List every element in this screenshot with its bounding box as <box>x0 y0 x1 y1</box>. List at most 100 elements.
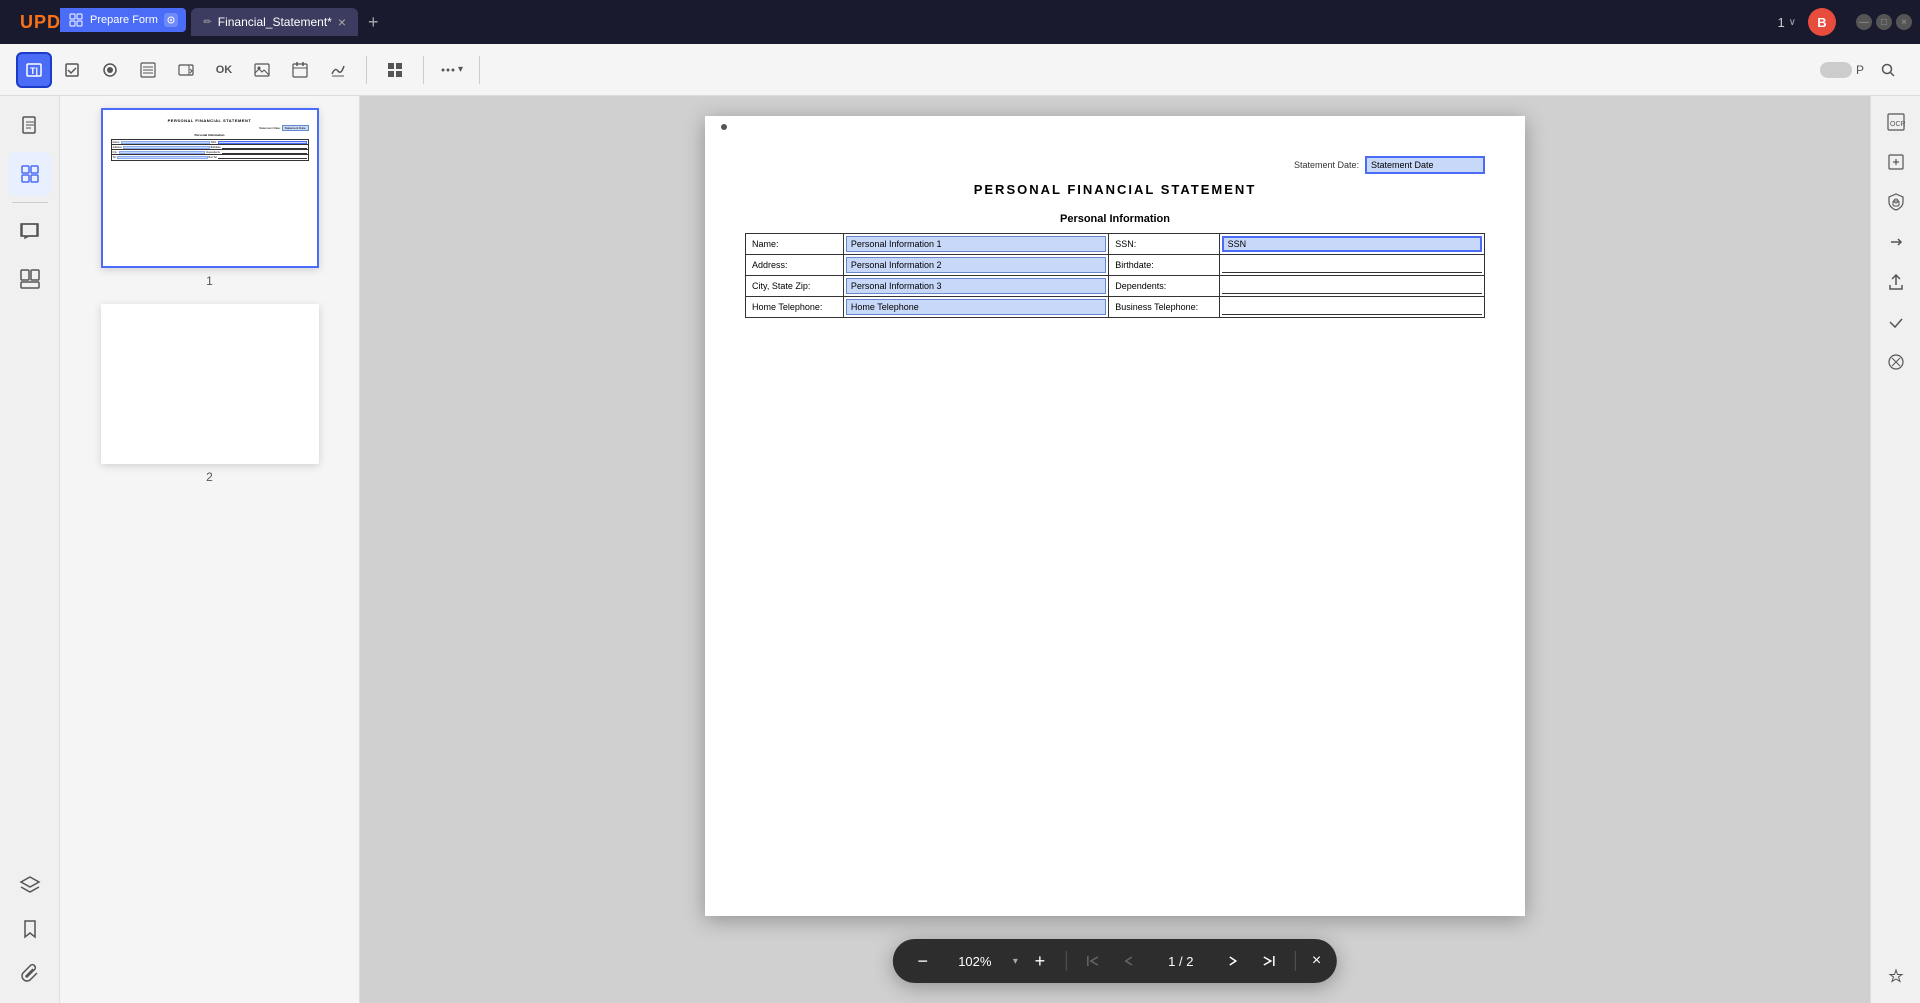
tab-area: ✏ Financial_Statement* × + <box>191 8 386 37</box>
table-row: City, State Zip: Personal Information 3 … <box>746 276 1485 297</box>
name-label: Name: <box>752 239 779 249</box>
preview-toggle: P <box>1820 62 1864 78</box>
toolbar-signature-button[interactable] <box>320 52 356 88</box>
sidebar-bottom <box>8 863 52 995</box>
svg-text:OCR: OCR <box>1890 121 1906 128</box>
city-state-zip-label: City, State Zip: <box>752 281 810 291</box>
right-sidebar-protect[interactable] <box>1878 184 1914 220</box>
toolbar-listbox-button[interactable] <box>130 52 166 88</box>
thumbnail-preview-1: PERSONAL FINANCIAL STATEMENT Statement D… <box>101 108 319 268</box>
tab-name: Financial_Statement* <box>218 15 332 29</box>
maximize-button[interactable]: □ <box>1876 14 1892 30</box>
tab-financial-statement[interactable]: ✏ Financial_Statement* × <box>191 8 358 36</box>
toolbar-tools-group: T| OK <box>16 52 356 88</box>
thumbnail-page-1[interactable]: PERSONAL FINANCIAL STATEMENT Statement D… <box>72 108 347 288</box>
toolbar-dropdown-arrow: ▾ <box>458 64 463 75</box>
sidebar-icon-prepare-form[interactable] <box>8 152 52 196</box>
right-sidebar-verify[interactable] <box>1878 304 1914 340</box>
close-window-button[interactable]: × <box>1896 14 1912 30</box>
left-sidebar: Prepare Form <box>0 96 60 1003</box>
sidebar-icon-comment[interactable] <box>8 209 52 253</box>
zoom-out-button[interactable]: − <box>909 947 937 975</box>
statement-date-field[interactable]: Statement Date <box>1365 156 1485 174</box>
dependents-field[interactable] <box>1222 278 1482 294</box>
minimize-button[interactable]: — <box>1856 14 1872 30</box>
toolbar-more-dropdown[interactable]: ▾ <box>434 58 469 82</box>
zoom-level-display: 102% <box>945 954 1005 969</box>
page-dropdown-icon[interactable]: ∨ <box>1789 17 1796 28</box>
zoom-in-button[interactable]: + <box>1026 947 1054 975</box>
sidebar-divider-1 <box>12 202 48 203</box>
right-sidebar-watermark[interactable] <box>1878 344 1914 380</box>
toolbar-checkbox-button[interactable] <box>54 52 90 88</box>
window-controls: — □ × <box>1856 14 1912 30</box>
nav-prev-button[interactable] <box>1115 947 1143 975</box>
preview-label: P <box>1856 63 1864 77</box>
right-sidebar: OCR <box>1870 96 1920 1003</box>
tab-edit-icon: ✏ <box>203 17 211 28</box>
topbar: UPDF File Help· ✏ Financial_Statement* ×… <box>0 0 1920 44</box>
right-sidebar-compress[interactable] <box>1878 144 1914 180</box>
right-sidebar-ocr[interactable]: OCR <box>1878 104 1914 140</box>
sidebar-icon-document[interactable] <box>8 104 52 148</box>
right-sidebar-share[interactable] <box>1878 264 1914 300</box>
business-telephone-field[interactable] <box>1222 299 1482 315</box>
personal-info-table: Name: Personal Information 1 SSN: <box>745 233 1485 318</box>
table-row: Home Telephone: Home Telephone Business … <box>746 297 1485 318</box>
personal-info-2-field[interactable]: Personal Information 2 <box>846 257 1106 273</box>
tab-close-button[interactable]: × <box>338 14 346 30</box>
toolbar-sep-3 <box>479 56 480 84</box>
dependents-label: Dependents: <box>1115 281 1166 291</box>
user-avatar[interactable]: B <box>1808 8 1836 36</box>
table-row: Address: Personal Information 2 Birthdat… <box>746 255 1485 276</box>
zoom-dropdown-button[interactable]: ▾ <box>1013 956 1018 967</box>
ssn-field[interactable]: SSN <box>1222 236 1482 252</box>
bottom-toolbar: − 102% ▾ + 1 / 2 × <box>893 939 1337 983</box>
toolbar-button-button[interactable]: OK <box>206 52 242 88</box>
section-header-personal-info: Personal Information <box>745 213 1485 225</box>
current-page-display: 1 / 2 <box>1151 954 1211 969</box>
home-telephone-label: Home Telephone: <box>752 302 822 312</box>
nav-next-button[interactable] <box>1219 947 1247 975</box>
sidebar-icon-layers[interactable] <box>8 863 52 907</box>
svg-text:T|: T| <box>30 66 38 76</box>
main-area: Prepare Form <box>0 96 1920 1003</box>
thumbnail-panel: PERSONAL FINANCIAL STATEMENT Statement D… <box>60 96 360 1003</box>
thumbnail-num-2: 2 <box>206 470 213 484</box>
nav-separator <box>1295 951 1296 971</box>
close-nav-button[interactable]: × <box>1312 952 1321 970</box>
sidebar-icon-bookmark[interactable] <box>8 907 52 951</box>
toolbar-sep-2 <box>423 56 424 84</box>
dot-marker <box>721 124 727 130</box>
home-telephone-field[interactable]: Home Telephone <box>846 299 1106 315</box>
toolbar-sep-1 <box>366 56 367 84</box>
business-telephone-label: Business Telephone: <box>1115 302 1198 312</box>
right-sidebar-convert[interactable] <box>1878 224 1914 260</box>
thumbnail-num-1: 1 <box>206 274 213 288</box>
page-number: 1 <box>1777 15 1784 30</box>
toolbar-combobox-button[interactable] <box>168 52 204 88</box>
right-sidebar-ai[interactable] <box>1878 959 1914 995</box>
ssn-label: SSN: <box>1115 239 1136 249</box>
toolbar-text-field-button[interactable]: T| <box>16 52 52 88</box>
statement-date-row: Statement Date: Statement Date <box>745 156 1485 174</box>
address-label: Address: <box>752 260 788 270</box>
toolbar-date-button[interactable] <box>282 52 318 88</box>
personal-info-3-field[interactable]: Personal Information 3 <box>846 278 1106 294</box>
toolbar-radio-button[interactable] <box>92 52 128 88</box>
toolbar-search-button[interactable] <box>1872 54 1904 86</box>
personal-info-1-field[interactable]: Personal Information 1 <box>846 236 1106 252</box>
toolbar-image-button[interactable] <box>244 52 280 88</box>
sidebar-icon-organize[interactable] <box>8 257 52 301</box>
tab-add-button[interactable]: + <box>360 8 387 37</box>
toolbar-align-button[interactable] <box>377 52 413 88</box>
thumbnail-preview-2 <box>101 304 319 464</box>
nav-first-button[interactable] <box>1079 947 1107 975</box>
birthdate-field[interactable] <box>1222 257 1482 273</box>
sidebar-icon-attachment[interactable] <box>8 951 52 995</box>
statement-date-label: Statement Date: <box>1294 160 1359 170</box>
nav-last-button[interactable] <box>1255 947 1283 975</box>
pdf-viewer: Statement Date: Statement Date PERSONAL … <box>360 96 1870 1003</box>
thumbnail-page-2[interactable]: 2 <box>72 304 347 484</box>
preview-switch[interactable] <box>1820 62 1852 78</box>
